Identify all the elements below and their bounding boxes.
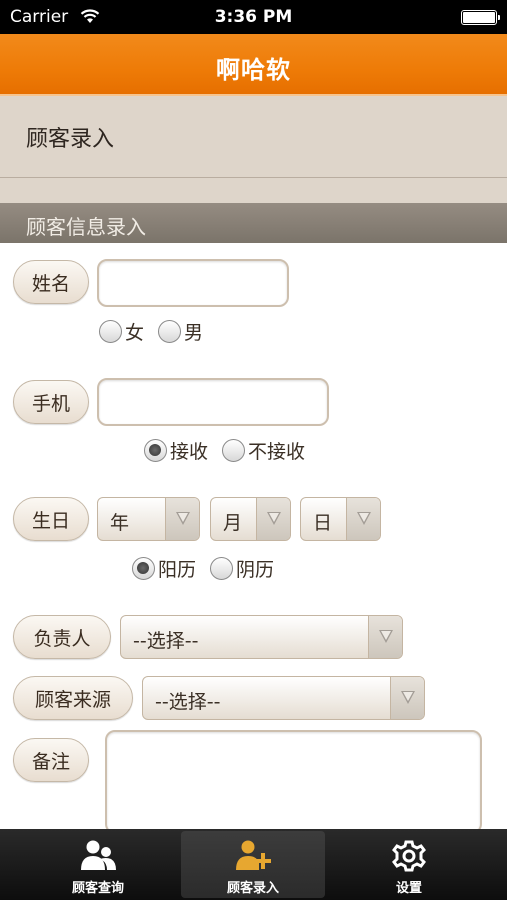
screen: Carrier 3:36 PM 啊哈软 顾客录入 顾客信息录入 姓名 女 男 手… bbox=[0, 0, 507, 900]
sms-decline-label: 不接收 bbox=[248, 441, 306, 463]
tab-customer-entry-label: 顾客录入 bbox=[226, 881, 279, 896]
birth-day-value: 日 bbox=[313, 512, 333, 534]
calendar-lunar-radio[interactable]: 阴历 bbox=[210, 555, 274, 582]
add-user-icon bbox=[236, 840, 271, 870]
notes-label: 备注 bbox=[13, 738, 89, 782]
radio-checked-icon bbox=[132, 557, 155, 580]
birth-year-value: 年 bbox=[110, 512, 130, 534]
gender-female-label: 女 bbox=[125, 322, 145, 344]
radio-unchecked-icon bbox=[222, 439, 245, 462]
tab-customer-search[interactable]: 顾客查询 bbox=[26, 831, 170, 898]
gender-male-radio[interactable]: 男 bbox=[158, 318, 203, 345]
gender-female-radio[interactable]: 女 bbox=[99, 318, 144, 345]
source-value: --选择-- bbox=[155, 691, 221, 713]
name-label: 姓名 bbox=[13, 260, 89, 304]
page-header: 顾客录入 bbox=[0, 96, 507, 178]
radio-checked-icon bbox=[144, 439, 167, 462]
sms-decline-radio[interactable]: 不接收 bbox=[222, 437, 305, 464]
birth-month-select[interactable]: 月 bbox=[210, 497, 291, 541]
source-label: 顾客来源 bbox=[13, 676, 133, 720]
manager-label: 负责人 bbox=[13, 615, 111, 659]
manager-value: --选择-- bbox=[133, 630, 199, 652]
battery-icon bbox=[461, 10, 500, 25]
calendar-lunar-label: 阴历 bbox=[236, 559, 275, 581]
nav-bar: 啊哈软 bbox=[0, 34, 507, 96]
sms-receive-label: 接收 bbox=[170, 441, 209, 463]
section-title: 顾客信息录入 bbox=[26, 215, 146, 239]
birthday-label: 生日 bbox=[13, 497, 89, 541]
dropdown-arrow-icon bbox=[165, 498, 199, 540]
tab-customer-entry[interactable]: 顾客录入 bbox=[181, 831, 325, 898]
tab-settings[interactable]: 设置 bbox=[337, 831, 481, 898]
manager-select[interactable]: --选择-- bbox=[120, 615, 403, 659]
dropdown-arrow-icon bbox=[368, 616, 402, 658]
source-select[interactable]: --选择-- bbox=[142, 676, 425, 720]
tab-settings-label: 设置 bbox=[395, 881, 422, 896]
gear-icon bbox=[392, 840, 426, 872]
name-input[interactable] bbox=[97, 259, 289, 307]
tab-customer-search-label: 顾客查询 bbox=[71, 881, 124, 896]
calendar-solar-label: 阳历 bbox=[158, 559, 197, 581]
phone-label: 手机 bbox=[13, 380, 89, 424]
sms-receive-radio[interactable]: 接收 bbox=[144, 437, 208, 464]
header-spacer bbox=[0, 178, 507, 203]
dropdown-arrow-icon bbox=[346, 498, 380, 540]
tab-bar: 顾客查询 顾客录入 设置 bbox=[0, 829, 507, 900]
radio-unchecked-icon bbox=[210, 557, 233, 580]
birth-day-select[interactable]: 日 bbox=[300, 497, 381, 541]
status-bar: Carrier 3:36 PM bbox=[0, 0, 507, 34]
clock: 3:36 PM bbox=[214, 7, 293, 27]
birth-year-select[interactable]: 年 bbox=[97, 497, 200, 541]
app-title: 啊哈软 bbox=[216, 56, 291, 84]
page-title: 顾客录入 bbox=[26, 127, 115, 152]
gender-male-label: 男 bbox=[184, 322, 204, 344]
dropdown-arrow-icon bbox=[390, 677, 424, 719]
calendar-solar-radio[interactable]: 阳历 bbox=[132, 555, 196, 582]
notes-textarea[interactable] bbox=[105, 730, 482, 834]
radio-unchecked-icon bbox=[99, 320, 122, 343]
section-header: 顾客信息录入 bbox=[0, 203, 507, 243]
users-icon bbox=[81, 840, 116, 870]
birth-month-value: 月 bbox=[223, 512, 243, 534]
phone-input[interactable] bbox=[97, 378, 329, 426]
radio-unchecked-icon bbox=[158, 320, 181, 343]
dropdown-arrow-icon bbox=[256, 498, 290, 540]
